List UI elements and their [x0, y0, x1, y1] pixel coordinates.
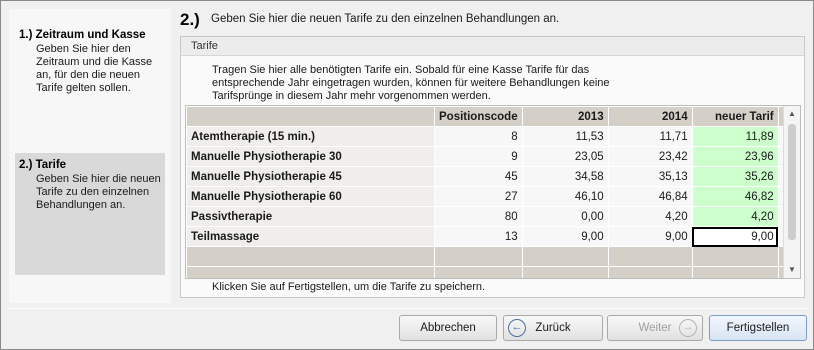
- step-2-title: 2.) Tarife: [19, 159, 67, 171]
- treatment-name: Passivtherapie: [186, 206, 435, 227]
- wizard-window: 1.) Zeitraum und Kasse Geben Sie hier de…: [0, 0, 814, 350]
- tariff-2013: 46,10: [521, 186, 609, 207]
- table-header-row: Positionscode 2013 2014 neuer Tarif: [186, 106, 788, 127]
- new-tariff-cell[interactable]: 11,89: [691, 126, 779, 147]
- table-row[interactable]: Atemtherapie (15 min.) 8 11,53 11,71 11,…: [186, 126, 788, 147]
- tariff-2014: 46,84: [607, 186, 693, 207]
- arrow-left-circle-icon: ←: [508, 319, 526, 337]
- cancel-label: Abbrechen: [420, 322, 476, 334]
- treatment-name: Teilmassage: [186, 226, 435, 247]
- finish-button[interactable]: Fertigstellen: [709, 315, 807, 341]
- vertical-scrollbar[interactable]: ▲ ▼: [783, 106, 800, 278]
- step-1[interactable]: 1.) Zeitraum und Kasse Geben Sie hier de…: [15, 23, 165, 123]
- new-tariff-cell[interactable]: 35,26: [691, 166, 779, 187]
- table-row[interactable]: Manuelle Physiotherapie 45 45 34,58 35,1…: [186, 166, 788, 187]
- finish-label: Fertigstellen: [726, 322, 790, 334]
- table-row[interactable]: Manuelle Physiotherapie 30 9 23,05 23,42…: [186, 146, 788, 167]
- empty-row: [186, 246, 788, 267]
- tariff-2013: 0,00: [521, 206, 609, 227]
- table-row[interactable]: Teilmassage 13 9,00 9,00 9,00: [186, 226, 788, 247]
- column-header-name: [186, 106, 435, 127]
- table-row[interactable]: Manuelle Physiotherapie 60 27 46,10 46,8…: [186, 186, 788, 207]
- arrow-right-circle-icon: →: [679, 319, 697, 337]
- new-tariff-cell[interactable]: 46,82: [691, 186, 779, 207]
- column-header-code[interactable]: Positionscode: [434, 106, 523, 127]
- tariff-2013: 34,58: [521, 166, 609, 187]
- tariffs-group: Tarife Tragen Sie hier alle benötigten T…: [180, 36, 805, 298]
- cancel-button[interactable]: Abbrechen: [399, 315, 497, 341]
- step-1-title: 1.) Zeitraum und Kasse: [19, 29, 146, 41]
- position-code: 9: [434, 146, 523, 167]
- treatment-name: Manuelle Physiotherapie 45: [186, 166, 435, 187]
- step-2-active[interactable]: 2.) Tarife Geben Sie hier die neuen Tari…: [15, 153, 165, 275]
- tariff-2013: 23,05: [521, 146, 609, 167]
- column-header-new-tariff[interactable]: neuer Tarif: [691, 106, 779, 127]
- steps-panel: 1.) Zeitraum und Kasse Geben Sie hier de…: [9, 9, 171, 303]
- tariff-grid: Positionscode 2013 2014 neuer Tarif Atem…: [185, 105, 801, 279]
- back-button[interactable]: ← Zurück: [503, 315, 603, 341]
- position-code: 8: [434, 126, 523, 147]
- new-tariff-cell-selected[interactable]: 9,00: [691, 226, 779, 247]
- column-header-2014[interactable]: 2014: [607, 106, 693, 127]
- treatment-name: Atemtherapie (15 min.): [186, 126, 435, 147]
- intro-text: Tragen Sie hier alle benötigten Tarife e…: [212, 64, 610, 102]
- tariff-2014: 23,42: [607, 146, 693, 167]
- tariff-2014: 9,00: [607, 226, 693, 247]
- page-step-number: 2.): [180, 10, 200, 29]
- next-button[interactable]: Weiter →: [607, 315, 703, 341]
- new-tariff-cell[interactable]: 23,96: [691, 146, 779, 167]
- tariff-2014: 11,71: [607, 126, 693, 147]
- position-code: 80: [434, 206, 523, 227]
- position-code: 45: [434, 166, 523, 187]
- column-header-2013[interactable]: 2013: [521, 106, 609, 127]
- save-hint: Klicken Sie auf Fertigstellen, um die Ta…: [212, 281, 486, 293]
- tariff-2014: 4,20: [607, 206, 693, 227]
- page-title: Geben Sie hier die neuen Tarife zu den e…: [211, 13, 560, 25]
- tariff-table: Positionscode 2013 2014 neuer Tarif Atem…: [186, 106, 788, 278]
- scroll-up-icon[interactable]: ▲: [784, 106, 800, 122]
- treatment-name: Manuelle Physiotherapie 30: [186, 146, 435, 167]
- scroll-down-icon[interactable]: ▼: [784, 262, 800, 278]
- group-title: Tarife: [181, 37, 804, 56]
- step-1-description: Geben Sie hier den Zeitraum und die Kass…: [36, 43, 153, 94]
- position-code: 13: [434, 226, 523, 247]
- next-label: Weiter: [638, 322, 672, 334]
- table-row[interactable]: Passivtherapie 80 0,00 4,20 4,20: [186, 206, 788, 227]
- tariff-2013: 9,00: [521, 226, 609, 247]
- footer-separator: [9, 308, 807, 309]
- step-2-description: Geben Sie hier die neuen Tarife zu den e…: [36, 173, 161, 211]
- scrollbar-thumb[interactable]: [788, 124, 796, 240]
- empty-row: [186, 266, 788, 278]
- treatment-name: Manuelle Physiotherapie 60: [186, 186, 435, 207]
- position-code: 27: [434, 186, 523, 207]
- back-label: Zurück: [535, 322, 571, 334]
- tariff-2013: 11,53: [521, 126, 609, 147]
- new-tariff-cell[interactable]: 4,20: [691, 206, 779, 227]
- tariff-2014: 35,13: [607, 166, 693, 187]
